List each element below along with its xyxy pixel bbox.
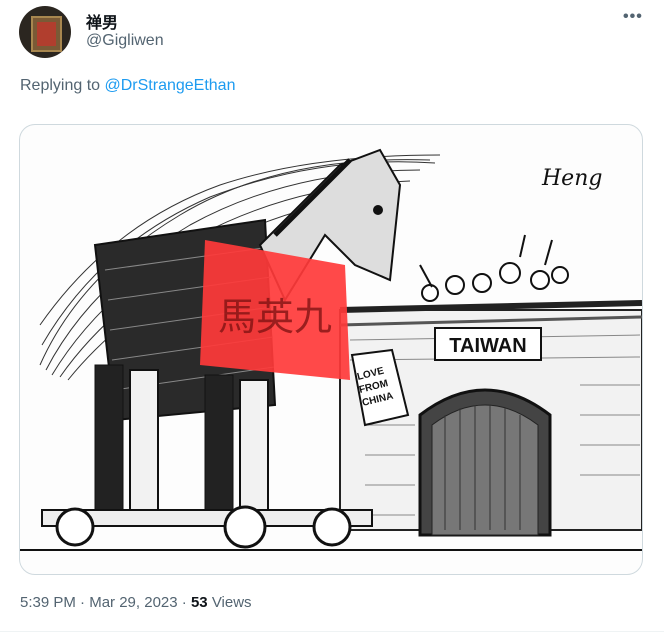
tweet-meta: 5:39 PM · Mar 29, 2023 · 53 Views xyxy=(20,594,252,611)
views-label: Views xyxy=(211,594,252,611)
separator: · xyxy=(75,594,90,611)
taiwan-sign: TAIWAN xyxy=(449,335,526,357)
more-options-icon[interactable]: ••• xyxy=(623,8,643,26)
artist-signature: Heng xyxy=(541,166,602,191)
tweet-date[interactable]: Mar 29, 2023 xyxy=(89,594,177,611)
user-handle[interactable]: @Gigliwen xyxy=(86,32,164,50)
overlay-text: 馬英九 xyxy=(218,295,332,339)
trojan-horse-cartoon: Heng TAIWAN LOVE FROM CHINA 馬英九 xyxy=(20,148,642,551)
people-on-wall xyxy=(419,234,569,302)
avatar-painting xyxy=(31,16,62,52)
divider xyxy=(0,631,664,632)
separator: · xyxy=(177,594,191,611)
tweet-time[interactable]: 5:39 PM xyxy=(20,594,76,611)
replying-to: Replying to @DrStrangeEthan xyxy=(20,77,235,95)
views-count: 53 xyxy=(190,594,208,611)
tweet-image[interactable]: Heng TAIWAN LOVE FROM CHINA 馬英九 xyxy=(19,124,643,575)
replying-to-link[interactable]: @DrStrangeEthan xyxy=(105,77,236,94)
handwritten-overlay: 馬英九 xyxy=(200,240,350,380)
avatar[interactable] xyxy=(19,6,71,58)
replying-prefix: Replying to xyxy=(20,77,101,94)
display-name[interactable]: 禅男 xyxy=(86,9,118,33)
